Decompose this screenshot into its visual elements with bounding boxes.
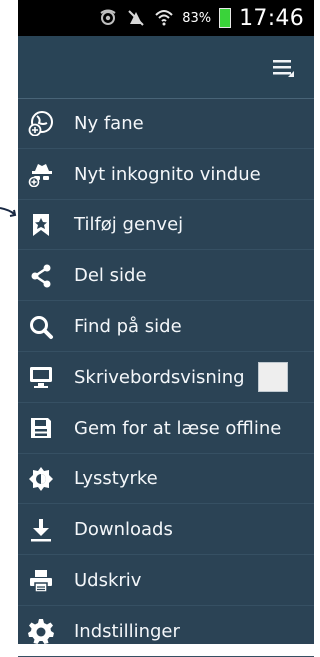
menu-list: Ny fane Nyt inkognito vindue Tilføj genv…: [18, 98, 314, 657]
menu-item-brightness[interactable]: Lysstyrke: [18, 454, 314, 505]
menu-item-label: Nyt inkognito vindue: [74, 163, 261, 185]
battery-percent: 83%: [182, 10, 212, 26]
menu-icon[interactable]: [271, 54, 297, 82]
desktop-view-checkbox[interactable]: [258, 361, 288, 392]
new-tab-globe-icon: [28, 110, 54, 137]
menu-item-label: Indstillinger: [74, 620, 180, 642]
menu-item-label: Skrivebordsvisning: [74, 366, 245, 388]
menu-item-label: Ny fane: [74, 112, 144, 134]
menu-item-print[interactable]: Udskriv: [18, 555, 314, 606]
menu-item-settings[interactable]: Indstillinger: [18, 606, 314, 657]
status-bar: 83% 17:46: [18, 0, 314, 36]
mute-icon: [128, 10, 144, 26]
menu-item-share-page[interactable]: Del side: [18, 250, 314, 301]
menu-item-find-on-page[interactable]: Find på side: [18, 301, 314, 352]
menu-item-label: Gem for at læse offline: [74, 417, 282, 439]
battery-icon: [219, 8, 232, 28]
pointer-arrow-icon: [0, 207, 17, 217]
menu-item-label: Del side: [74, 265, 147, 287]
menu-item-label: Downloads: [74, 519, 173, 541]
menu-item-save-offline[interactable]: Gem for at læse offline: [18, 403, 314, 454]
search-icon: [28, 314, 54, 340]
menu-item-label: Lysstyrke: [74, 468, 158, 490]
menu-item-desktop-view[interactable]: Skrivebordsvisning: [18, 352, 314, 403]
share-icon: [28, 263, 54, 289]
save-icon: [28, 415, 54, 441]
menu-item-label: Udskriv: [74, 570, 142, 592]
desktop-icon: [28, 364, 54, 390]
menu-item-label: Find på side: [74, 316, 182, 338]
download-icon: [28, 517, 54, 543]
menu-item-downloads[interactable]: Downloads: [18, 504, 314, 555]
menu-item-new-tab[interactable]: Ny fane: [18, 98, 314, 149]
menu-item-incognito[interactable]: Nyt inkognito vindue: [18, 149, 314, 200]
incognito-icon: [28, 161, 54, 188]
eye-icon: [100, 9, 116, 25]
settings-icon: [28, 618, 54, 645]
menu-toolbar: [18, 36, 314, 99]
print-icon: [28, 568, 54, 594]
bookmark-icon: [28, 212, 54, 238]
wifi-icon: [155, 10, 173, 26]
clock: 17:46: [239, 5, 304, 31]
brightness-icon: [28, 466, 54, 492]
menu-item-add-shortcut[interactable]: Tilføj genvej: [18, 200, 314, 251]
browser-menu: Ny fane Nyt inkognito vindue Tilføj genv…: [18, 36, 314, 657]
menu-item-label: Tilføj genvej: [74, 214, 184, 236]
